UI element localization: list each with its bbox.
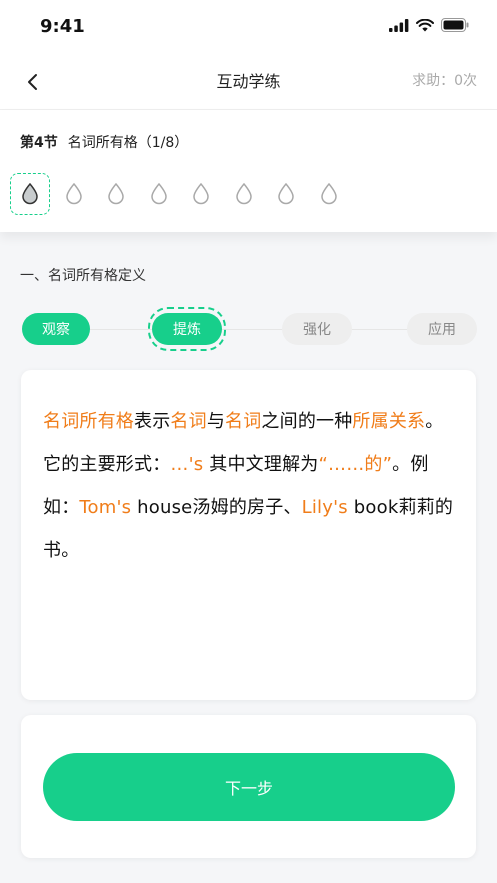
section-name: 名词所有格（1/8） [67,135,189,151]
definition-card: 名词所有格表示名词与名词之间的一种所属关系。它的主要形式：…'s 其中文理解为“… [21,370,476,700]
water-drop-icon [320,183,337,205]
status-time: 9:41 [40,16,85,37]
definition-title: 一、名词所有格定义 [20,268,146,284]
step-tracker: 观察 提炼 强化 应用 [22,307,477,351]
progress-drop-8[interactable] [308,173,351,215]
signal-icon [389,18,409,32]
body-text: 之间的一种 [261,411,353,432]
progress-drop-4[interactable] [138,173,181,215]
highlight-term: Lily's [301,497,348,518]
water-drop-icon [278,183,295,205]
progress-drop-2[interactable] [53,173,96,215]
definition-text: 名词所有格表示名词与名词之间的一种所属关系。它的主要形式：…'s 其中文理解为“… [43,400,456,572]
highlight-term: …'s [170,454,204,475]
progress-drop-6[interactable] [223,173,266,215]
body-text: 其中文理解为 [203,454,319,475]
progress-drop-1[interactable] [10,173,50,215]
water-drop-icon [235,183,252,205]
step-observe[interactable]: 观察 [22,313,90,345]
progress-drop-5[interactable] [180,173,223,215]
highlight-term: 名词 [225,411,262,432]
help-counter[interactable]: 求助：0次 [412,70,477,90]
step-apply[interactable]: 应用 [407,313,477,345]
body-text: 与 [206,411,226,432]
lesson-progress-card: 第4节 名词所有格（1/8） [0,110,497,232]
status-bar: 9:41 [0,0,497,54]
step-reinforce[interactable]: 强化 [282,313,352,345]
next-step-button[interactable]: 下一步 [43,753,455,821]
battery-icon [441,18,469,32]
progress-drop-3[interactable] [95,173,138,215]
water-drop-icon [65,183,82,205]
status-icons [389,18,469,32]
step-label: 观察 [42,322,70,338]
highlight-term: 名词所有格 [43,411,134,432]
step-connector-line [52,329,447,330]
progress-drops [10,173,350,215]
bottom-action-card: 下一步 [21,715,476,858]
progress-drop-7[interactable] [265,173,308,215]
highlight-term: 所属关系 [352,411,426,432]
highlight-term: 名词 [170,411,207,432]
water-drop-icon [22,183,38,205]
water-drop-icon [108,183,125,205]
nav-bar: 互动学练 求助：0次 [0,54,497,110]
highlight-term: Tom's [79,497,132,518]
section-number: 第4节 [20,135,58,151]
step-label: 强化 [303,322,331,338]
body-text: 表示 [134,411,171,432]
highlight-term: “……的” [318,454,393,475]
water-drop-icon [193,183,210,205]
step-label: 提炼 [173,322,201,338]
body-text: house汤姆的房子、 [131,497,302,518]
step-label: 应用 [428,322,456,338]
step-refine[interactable]: 提炼 [152,313,222,345]
section-title: 第4节 名词所有格（1/8） [20,132,188,152]
water-drop-icon [150,183,167,205]
wifi-icon [416,18,434,31]
